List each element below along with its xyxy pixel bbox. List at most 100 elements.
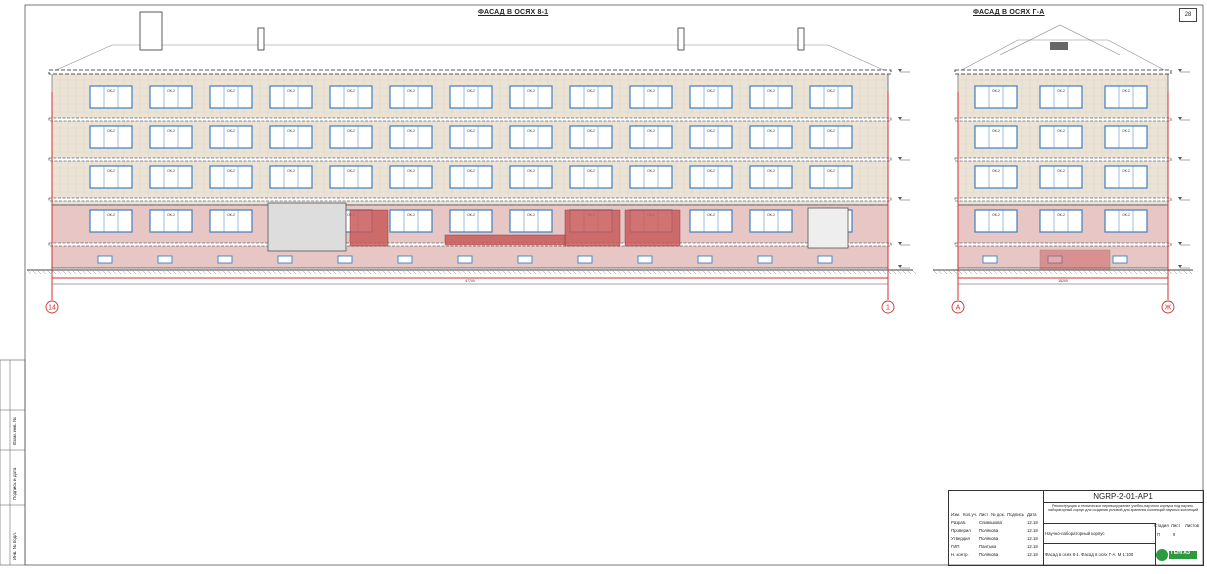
side-facade: ОК-2 ОК-2 ОК-2 ОК-2 ОК-2 ОК-2 ОК-2 ОК-2 ОК-2 ОК-2… [932, 24, 1193, 314]
ground-hatch [166, 269, 172, 275]
stamp-label-1: Инв. № подл. [12, 531, 17, 560]
ground-hatch [816, 269, 822, 275]
window-tag: ОК-2 [587, 129, 595, 133]
role-3: Утвердил [951, 537, 971, 541]
ground-hatch [51, 269, 57, 275]
ground-hatch [1107, 269, 1113, 275]
window-tag: ОК-2 [707, 129, 715, 133]
ground-hatch [1137, 269, 1143, 275]
ground-hatch [776, 269, 782, 275]
ground-hatch [651, 269, 657, 275]
window-tag: ОК-2 [287, 89, 295, 93]
ground-hatch [1187, 269, 1193, 275]
ground-hatch [131, 269, 137, 275]
main-facade: ОК-2 ОК-2 ОК-2 ОК-2 ОК-2 ОК-2 ОК-2 ОК-2 ОК-2 ОК-2… [26, 11, 917, 314]
ground-hatch [746, 269, 752, 275]
ground-hatch [276, 269, 282, 275]
ground-hatch [666, 269, 672, 275]
ground-hatch [356, 269, 362, 275]
ground-hatch [351, 269, 357, 275]
floor-cornice [48, 157, 892, 162]
ground-hatch [1067, 269, 1073, 275]
ground-hatch [286, 269, 292, 275]
ground-hatch [741, 269, 747, 275]
top-cornice [954, 69, 1172, 75]
ground-hatch [641, 269, 647, 275]
elevation-arrow [898, 242, 902, 245]
window-tag: ОК-2 [527, 213, 535, 217]
ground-hatch [596, 269, 602, 275]
ground-hatch [576, 269, 582, 275]
basement-window [457, 255, 473, 264]
elevation-arrow [898, 117, 902, 120]
ground-hatch [211, 269, 217, 275]
ground-hatch [126, 269, 132, 275]
side-facade-title: ФАСАД В ОСЯХ Г-А [973, 9, 1045, 16]
overall-dimension: 47700 [465, 279, 475, 283]
role-5: Н. контр. [951, 553, 969, 557]
logo-text: ГЕНГАЗ [1171, 550, 1191, 556]
ground-hatch [226, 269, 232, 275]
ground-hatch [121, 269, 127, 275]
ground-hatch [696, 269, 702, 275]
ground-hatch [896, 269, 902, 275]
window-tag: ОК-2 [707, 169, 715, 173]
ground-hatch [151, 269, 157, 275]
window-tag: ОК-2 [467, 89, 475, 93]
ground-hatch [301, 269, 307, 275]
ground-hatch [391, 269, 397, 275]
ground-hatch [751, 269, 757, 275]
ground-hatch [721, 269, 727, 275]
date-4: 12.18 [1027, 545, 1038, 549]
window-tag: ОК-2 [167, 129, 175, 133]
ground-hatch [101, 269, 107, 275]
elevation-arrow [898, 69, 902, 72]
ground-hatch [621, 269, 627, 275]
ground-hatch [281, 269, 287, 275]
brick-panel [349, 209, 389, 247]
ground-hatch [86, 269, 92, 275]
window-tag: ОК-2 [227, 129, 235, 133]
ground-hatch [506, 269, 512, 275]
basement-window [97, 255, 113, 264]
ground-hatch [646, 269, 652, 275]
ground-hatch [571, 269, 577, 275]
ground-hatch [871, 269, 877, 275]
ground-hatch [256, 269, 262, 275]
ground-hatch [416, 269, 422, 275]
window-tag: ОК-2 [347, 129, 355, 133]
ground-hatch [1007, 269, 1013, 275]
ground-hatch [656, 269, 662, 275]
window-tag: ОК-2 [587, 89, 595, 93]
window-tag: ОК-2 [527, 129, 535, 133]
sheets-label: Листов [1185, 524, 1199, 528]
chimney [257, 27, 265, 51]
ground-hatch [731, 269, 737, 275]
ground-hatch [321, 269, 327, 275]
window-tag: ОК-2 [587, 169, 595, 173]
basement-window [277, 255, 293, 264]
ground-hatch [541, 269, 547, 275]
ground-hatch [881, 269, 887, 275]
stage-value: П [1157, 533, 1161, 537]
ground-hatch [681, 269, 687, 275]
ground-hatch [316, 269, 322, 275]
ground-hatch [626, 269, 632, 275]
ground-hatch [1182, 269, 1188, 275]
ground-hatch [146, 269, 152, 275]
ground-hatch [306, 269, 312, 275]
ground-hatch [967, 269, 973, 275]
ground-hatch [81, 269, 87, 275]
header-col-5: Подпись [1007, 513, 1025, 517]
ground-hatch [866, 269, 872, 275]
window-tag: ОК-2 [287, 129, 295, 133]
floor-cornice [48, 197, 892, 202]
ground-hatch [396, 269, 402, 275]
window-tag: ОК-2 [767, 213, 775, 217]
ground-hatch [246, 269, 252, 275]
ground-hatch [726, 269, 732, 275]
ground-hatch [781, 269, 787, 275]
window-tag: ОК-2 [167, 169, 175, 173]
window-tag: ОК-2 [1122, 169, 1130, 173]
ground-hatch [756, 269, 762, 275]
